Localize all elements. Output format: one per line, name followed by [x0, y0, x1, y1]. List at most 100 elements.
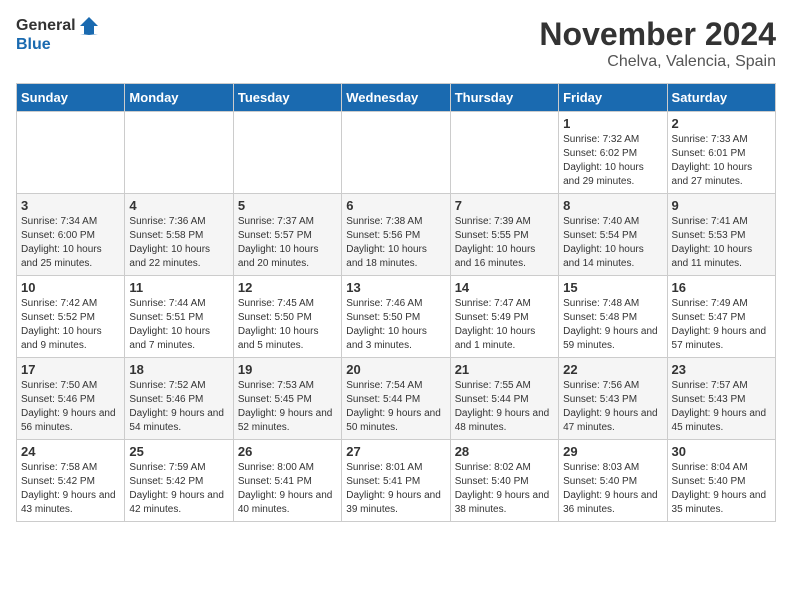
logo-bird-icon: [78, 16, 100, 36]
day-cell: 9Sunrise: 7:41 AM Sunset: 5:53 PM Daylig…: [667, 194, 775, 276]
day-cell: 19 Sunrise: 7:53 AM Sunset: 5:45 PM Dayli…: [233, 358, 341, 440]
day-info: Sunrise: 7:38 AM Sunset: 5:56 PM Dayligh…: [346, 215, 445, 271]
day-info: Sunrise: 7:54 AM Sunset: 5:44 PM Dayligh…: [346, 379, 445, 435]
day-info: Sunrise: 7:47 AM Sunset: 5:49 PM Dayligh…: [455, 297, 554, 353]
day-number: 22: [563, 362, 662, 377]
day-cell: 21 Sunrise: 7:55 AM Sunset: 5:44 PM Dayli…: [450, 358, 558, 440]
day-info: Sunrise: 7:57 AM Sunset: 5:43 PM Dayligh…: [672, 379, 771, 435]
day-info: Sunrise: 8:03 AM Sunset: 5:40 PM Dayligh…: [563, 461, 662, 517]
day-cell: 27Sunrise: 8:01 AM Sunset: 5:41 PM Dayli…: [342, 440, 450, 522]
day-info: Sunrise: 7:56 AM Sunset: 5:43 PM Dayligh…: [563, 379, 662, 435]
day-cell: 10Sunrise: 7:42 AM Sunset: 5:52 PM Dayli…: [17, 276, 125, 358]
day-info: Sunrise: 7:40 AM Sunset: 5:54 PM Dayligh…: [563, 215, 662, 271]
day-cell: 16 Sunrise: 7:49 AM Sunset: 5:47 PM Dayli…: [667, 276, 775, 358]
day-info: Sunrise: 7:41 AM Sunset: 5:53 PM Dayligh…: [672, 215, 771, 271]
day-number: 5: [238, 198, 337, 213]
day-info: Sunrise: 7:55 AM Sunset: 5:44 PM Dayligh…: [455, 379, 554, 435]
day-number: 2: [672, 116, 771, 131]
day-cell: 25 Sunrise: 7:59 AM Sunset: 5:42 PM Dayli…: [125, 440, 233, 522]
week-row-3: 10Sunrise: 7:42 AM Sunset: 5:52 PM Dayli…: [17, 276, 776, 358]
col-header-saturday: Saturday: [667, 84, 775, 112]
day-info: Sunrise: 7:42 AM Sunset: 5:52 PM Dayligh…: [21, 297, 120, 353]
day-cell: 20Sunrise: 7:54 AM Sunset: 5:44 PM Dayli…: [342, 358, 450, 440]
day-number: 24: [21, 444, 120, 459]
day-number: 19: [238, 362, 337, 377]
day-cell: [450, 112, 558, 194]
week-row-1: 1Sunrise: 7:32 AM Sunset: 6:02 PM Daylig…: [17, 112, 776, 194]
day-cell: 14 Sunrise: 7:47 AM Sunset: 5:49 PM Dayli…: [450, 276, 558, 358]
logo-text-general: General: [16, 17, 76, 35]
day-cell: 2 Sunrise: 7:33 AM Sunset: 6:01 PM Daylig…: [667, 112, 775, 194]
day-number: 7: [455, 198, 554, 213]
day-cell: [17, 112, 125, 194]
day-info: Sunrise: 8:00 AM Sunset: 5:41 PM Dayligh…: [238, 461, 337, 517]
day-info: Sunrise: 7:36 AM Sunset: 5:58 PM Dayligh…: [129, 215, 228, 271]
week-row-2: 3Sunrise: 7:34 AM Sunset: 6:00 PM Daylig…: [17, 194, 776, 276]
day-number: 29: [563, 444, 662, 459]
day-info: Sunrise: 7:50 AM Sunset: 5:46 PM Dayligh…: [21, 379, 120, 435]
calendar-table: SundayMondayTuesdayWednesdayThursdayFrid…: [16, 83, 776, 522]
day-cell: 8 Sunrise: 7:40 AM Sunset: 5:54 PM Daylig…: [559, 194, 667, 276]
col-header-sunday: Sunday: [17, 84, 125, 112]
day-number: 12: [238, 280, 337, 295]
day-number: 14: [455, 280, 554, 295]
day-cell: 15 Sunrise: 7:48 AM Sunset: 5:48 PM Dayli…: [559, 276, 667, 358]
day-number: 16: [672, 280, 771, 295]
col-header-tuesday: Tuesday: [233, 84, 341, 112]
day-number: 4: [129, 198, 228, 213]
day-number: 17: [21, 362, 120, 377]
day-cell: [125, 112, 233, 194]
location-title: Chelva, Valencia, Spain: [539, 53, 776, 71]
day-info: Sunrise: 7:48 AM Sunset: 5:48 PM Dayligh…: [563, 297, 662, 353]
day-info: Sunrise: 7:37 AM Sunset: 5:57 PM Dayligh…: [238, 215, 337, 271]
day-cell: 17 Sunrise: 7:50 AM Sunset: 5:46 PM Dayli…: [17, 358, 125, 440]
day-cell: 26 Sunrise: 8:00 AM Sunset: 5:41 PM Dayli…: [233, 440, 341, 522]
day-number: 25: [129, 444, 228, 459]
logo-text-blue: Blue: [16, 36, 100, 54]
day-cell: 24Sunrise: 7:58 AM Sunset: 5:42 PM Dayli…: [17, 440, 125, 522]
day-info: Sunrise: 7:45 AM Sunset: 5:50 PM Dayligh…: [238, 297, 337, 353]
day-cell: 29 Sunrise: 8:03 AM Sunset: 5:40 PM Dayli…: [559, 440, 667, 522]
day-number: 28: [455, 444, 554, 459]
day-cell: 28Sunrise: 8:02 AM Sunset: 5:40 PM Dayli…: [450, 440, 558, 522]
day-info: Sunrise: 7:52 AM Sunset: 5:46 PM Dayligh…: [129, 379, 228, 435]
day-info: Sunrise: 7:49 AM Sunset: 5:47 PM Dayligh…: [672, 297, 771, 353]
day-number: 13: [346, 280, 445, 295]
day-info: Sunrise: 7:39 AM Sunset: 5:55 PM Dayligh…: [455, 215, 554, 271]
day-info: Sunrise: 7:33 AM Sunset: 6:01 PM Dayligh…: [672, 133, 771, 189]
day-cell: 23 Sunrise: 7:57 AM Sunset: 5:43 PM Dayli…: [667, 358, 775, 440]
day-cell: 1Sunrise: 7:32 AM Sunset: 6:02 PM Daylig…: [559, 112, 667, 194]
day-cell: 30 Sunrise: 8:04 AM Sunset: 5:40 PM Dayli…: [667, 440, 775, 522]
day-number: 8: [563, 198, 662, 213]
day-cell: 6 Sunrise: 7:38 AM Sunset: 5:56 PM Daylig…: [342, 194, 450, 276]
col-header-monday: Monday: [125, 84, 233, 112]
day-number: 15: [563, 280, 662, 295]
col-header-friday: Friday: [559, 84, 667, 112]
page-header: General Blue November 2024 Chelva, Valen…: [16, 16, 776, 71]
day-info: Sunrise: 8:04 AM Sunset: 5:40 PM Dayligh…: [672, 461, 771, 517]
day-number: 26: [238, 444, 337, 459]
day-info: Sunrise: 7:46 AM Sunset: 5:50 PM Dayligh…: [346, 297, 445, 353]
col-header-thursday: Thursday: [450, 84, 558, 112]
day-cell: 3Sunrise: 7:34 AM Sunset: 6:00 PM Daylig…: [17, 194, 125, 276]
day-info: Sunrise: 7:44 AM Sunset: 5:51 PM Dayligh…: [129, 297, 228, 353]
day-cell: 7 Sunrise: 7:39 AM Sunset: 5:55 PM Daylig…: [450, 194, 558, 276]
day-cell: 18Sunrise: 7:52 AM Sunset: 5:46 PM Dayli…: [125, 358, 233, 440]
day-number: 6: [346, 198, 445, 213]
day-cell: [342, 112, 450, 194]
day-number: 27: [346, 444, 445, 459]
day-info: Sunrise: 7:34 AM Sunset: 6:00 PM Dayligh…: [21, 215, 120, 271]
day-number: 23: [672, 362, 771, 377]
header-row: SundayMondayTuesdayWednesdayThursdayFrid…: [17, 84, 776, 112]
day-number: 21: [455, 362, 554, 377]
day-cell: 5 Sunrise: 7:37 AM Sunset: 5:57 PM Daylig…: [233, 194, 341, 276]
day-cell: 13 Sunrise: 7:46 AM Sunset: 5:50 PM Dayli…: [342, 276, 450, 358]
day-cell: 11Sunrise: 7:44 AM Sunset: 5:51 PM Dayli…: [125, 276, 233, 358]
day-cell: 22 Sunrise: 7:56 AM Sunset: 5:43 PM Dayli…: [559, 358, 667, 440]
day-info: Sunrise: 7:53 AM Sunset: 5:45 PM Dayligh…: [238, 379, 337, 435]
day-info: Sunrise: 7:59 AM Sunset: 5:42 PM Dayligh…: [129, 461, 228, 517]
day-number: 30: [672, 444, 771, 459]
week-row-5: 24Sunrise: 7:58 AM Sunset: 5:42 PM Dayli…: [17, 440, 776, 522]
title-block: November 2024 Chelva, Valencia, Spain: [539, 16, 776, 71]
day-number: 1: [563, 116, 662, 131]
